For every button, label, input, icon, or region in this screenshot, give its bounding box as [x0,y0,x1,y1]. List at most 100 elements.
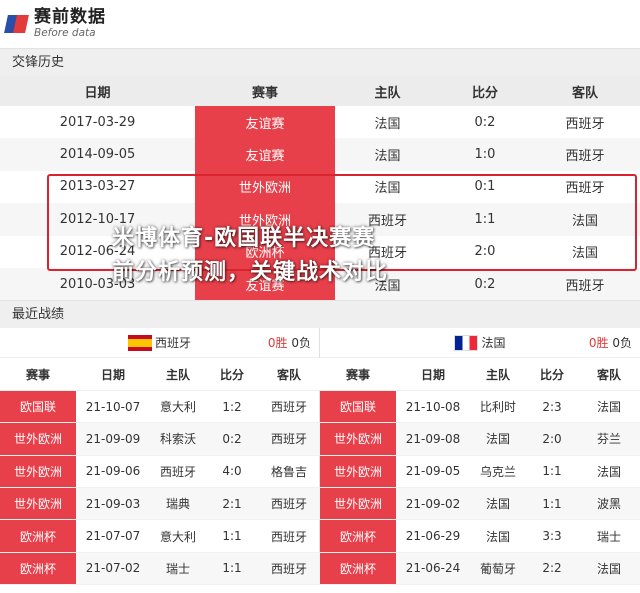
recent-away-team[interactable]: 法国 [578,552,640,586]
h2h-row[interactable]: 2017-03-29 友谊赛 法国 0:2 西班牙 [0,106,640,139]
team-name[interactable]: 法国 [481,334,505,351]
h2h-home-team[interactable]: 法国 [335,267,440,301]
recent-header-home: 主队 [150,358,206,391]
recent-header-row: 赛事 日期 主队 比分 客队 [0,358,320,391]
recent-competition[interactable]: 世外欧洲 [320,422,396,456]
h2h-away-team[interactable]: 西班牙 [530,138,640,171]
h2h-row[interactable]: 2012-10-17 世外欧洲 西班牙 1:1 法国 [0,203,640,236]
recent-away-team[interactable]: 格鲁吉 [258,455,320,489]
recent-header-away: 客队 [258,358,320,391]
recent-away-team[interactable]: 瑞士 [578,519,640,553]
recent-row[interactable]: 世外欧洲 21-09-02 法国 1:1 波黑 [320,487,640,521]
recent-home-team[interactable]: 比利时 [470,390,526,424]
h2h-competition[interactable]: 世外欧洲 [195,170,335,204]
app-header: 赛前数据 Before data [0,0,640,48]
recent-competition[interactable]: 世外欧洲 [0,422,76,456]
h2h-competition[interactable]: 友谊赛 [195,106,335,139]
recent-home-team[interactable]: 西班牙 [150,455,206,489]
h2h-row[interactable]: 2010-03-03 友谊赛 法国 0:2 西班牙 [0,267,640,301]
recent-row[interactable]: 欧国联 21-10-07 意大利 1:2 西班牙 [0,390,320,424]
h2h-competition[interactable]: 友谊赛 [195,267,335,301]
recent-row[interactable]: 欧洲杯 21-06-24 葡萄牙 2:2 法国 [320,552,640,586]
recent-away-team[interactable]: 法国 [578,390,640,424]
recent-date: 21-06-24 [396,552,470,586]
recent-home-team[interactable]: 意大利 [150,390,206,424]
recent-row[interactable]: 世外欧洲 21-09-06 西班牙 4:0 格鲁吉 [0,455,320,489]
recent-home-team[interactable]: 法国 [470,519,526,553]
team-name[interactable]: 西班牙 [155,334,191,351]
brand-logo[interactable]: 赛前数据 Before data [34,9,106,39]
recent-score: 0:2 [206,422,258,456]
recent-header-date: 日期 [76,358,150,391]
recent-away-team[interactable]: 芬兰 [578,422,640,456]
h2h-row[interactable]: 2012-06-24 欧洲杯 西班牙 2:0 法国 [0,235,640,268]
recent-home-team[interactable]: 瑞典 [150,487,206,521]
recent-row[interactable]: 欧洲杯 21-06-29 法国 3:3 瑞士 [320,519,640,553]
recent-row[interactable]: 欧洲杯 21-07-07 意大利 1:1 西班牙 [0,519,320,553]
recent-score: 2:1 [206,487,258,521]
recent-competition[interactable]: 欧洲杯 [320,519,396,553]
h2h-row[interactable]: 2014-09-05 友谊赛 法国 1:0 西班牙 [0,138,640,171]
recent-header-score: 比分 [526,358,578,391]
recent-date: 21-07-07 [76,519,150,553]
recent-competition[interactable]: 世外欧洲 [320,487,396,521]
recent-row[interactable]: 欧洲杯 21-07-02 瑞士 1:1 西班牙 [0,552,320,586]
recent-away-team[interactable]: 西班牙 [258,390,320,424]
recent-row[interactable]: 世外欧洲 21-09-09 科索沃 0:2 西班牙 [0,422,320,456]
h2h-competition[interactable]: 世外欧洲 [195,203,335,236]
h2h-home-team[interactable]: 法国 [335,138,440,171]
h2h-table: 日期 赛事 主队 比分 客队 2017-03-29 友谊赛 法国 0:2 西班牙… [0,76,640,301]
recent-home-team[interactable]: 乌克兰 [470,455,526,489]
h2h-row[interactable]: 2013-03-27 世外欧洲 法国 0:1 西班牙 [0,170,640,204]
recent-row[interactable]: 欧国联 21-10-08 比利时 2:3 法国 [320,390,640,424]
h2h-competition[interactable]: 欧洲杯 [195,235,335,268]
recent-date: 21-10-08 [396,390,470,424]
recent-home-team[interactable]: 意大利 [150,519,206,553]
recent-away-team[interactable]: 西班牙 [258,552,320,586]
spain-flag-icon [127,334,152,351]
recent-row[interactable]: 世外欧洲 21-09-08 法国 2:0 芬兰 [320,422,640,456]
recent-home-team[interactable]: 科索沃 [150,422,206,456]
team-record: 0胜 0负 [268,334,311,351]
h2h-home-team[interactable]: 法国 [335,170,440,204]
recent-home-team[interactable]: 法国 [470,422,526,456]
recent-score: 1:1 [206,519,258,553]
recent-away-team[interactable]: 法国 [578,455,640,489]
recent-competition[interactable]: 欧国联 [0,390,76,424]
recent-team-france: 法国 0胜 0负 赛事 日期 主队 比分 客队 欧国联 21-10-08 比利时 2:… [320,328,640,586]
recent-row[interactable]: 世外欧洲 21-09-03 瑞典 2:1 西班牙 [0,487,320,521]
recent-away-team[interactable]: 西班牙 [258,487,320,521]
recent-home-team[interactable]: 葡萄牙 [470,552,526,586]
losses-count: 0负 [291,336,311,351]
recent-row[interactable]: 世外欧洲 21-09-05 乌克兰 1:1 法国 [320,455,640,489]
recent-competition[interactable]: 欧国联 [320,390,396,424]
recent-competition[interactable]: 欧洲杯 [0,519,76,553]
h2h-home-team[interactable]: 法国 [335,106,440,139]
recent-away-team[interactable]: 波黑 [578,487,640,521]
h2h-header-away: 客队 [530,76,640,106]
wins-count: 0胜 [588,336,609,351]
h2h-home-team[interactable]: 西班牙 [335,235,440,268]
h2h-away-team[interactable]: 法国 [530,203,640,236]
recent-competition[interactable]: 欧洲杯 [0,552,76,586]
recent-competition[interactable]: 世外欧洲 [320,455,396,489]
h2h-away-team[interactable]: 法国 [530,235,640,268]
recent-away-team[interactable]: 西班牙 [258,519,320,553]
h2h-away-team[interactable]: 西班牙 [530,170,640,204]
recent-competition[interactable]: 世外欧洲 [0,455,76,489]
h2h-home-team[interactable]: 西班牙 [335,203,440,236]
recent-score: 1:1 [206,552,258,586]
h2h-away-team[interactable]: 西班牙 [530,106,640,139]
recent-home-team[interactable]: 法国 [470,487,526,521]
h2h-score: 0:1 [440,170,530,204]
recent-away-team[interactable]: 西班牙 [258,422,320,456]
h2h-competition[interactable]: 友谊赛 [195,138,335,171]
france-flag-icon [454,334,479,351]
recent-header-home: 主队 [470,358,526,391]
recent-score: 2:0 [526,422,578,456]
h2h-away-team[interactable]: 西班牙 [530,267,640,301]
recent-competition[interactable]: 欧洲杯 [320,552,396,586]
recent-competition[interactable]: 世外欧洲 [0,487,76,521]
recent-date: 21-07-02 [76,552,150,586]
recent-home-team[interactable]: 瑞士 [150,552,206,586]
